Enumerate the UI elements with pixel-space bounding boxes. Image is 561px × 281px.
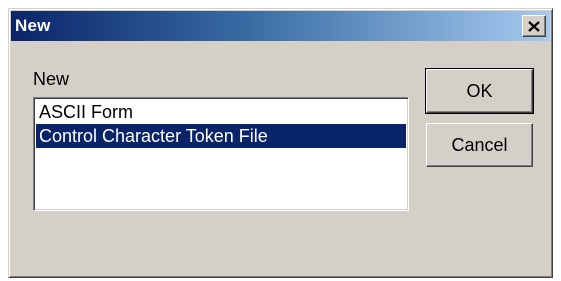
close-button[interactable] (522, 15, 546, 37)
close-icon (528, 20, 540, 32)
title-bar[interactable]: New (11, 11, 550, 41)
list-item-control-character-token-file[interactable]: Control Character Token File (36, 124, 406, 148)
cancel-button[interactable]: Cancel (426, 123, 533, 167)
new-label: New (33, 69, 70, 89)
ok-button[interactable]: OK (425, 68, 534, 114)
list-item-ascii-form[interactable]: ASCII Form (36, 100, 406, 124)
new-type-listbox[interactable]: ASCII Form Control Character Token File (33, 97, 409, 211)
new-dialog: New New ASCII Form Control Character Tok… (8, 8, 553, 278)
window-title: New (15, 16, 51, 35)
